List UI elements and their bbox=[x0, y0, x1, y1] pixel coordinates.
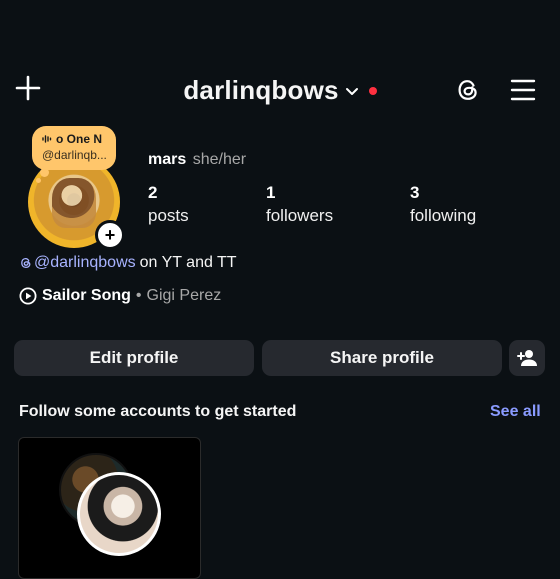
note-bubble-tail bbox=[36, 178, 41, 183]
followers-label: followers bbox=[266, 206, 334, 225]
chevron-down-icon[interactable] bbox=[345, 85, 359, 99]
audio-wave-icon bbox=[42, 135, 52, 143]
pronouns: she/her bbox=[192, 151, 247, 168]
stat-following[interactable]: 3 following bbox=[410, 183, 476, 226]
discover-people-button[interactable] bbox=[509, 340, 545, 376]
bio-text: on YT and TT bbox=[139, 254, 237, 271]
name-row: mars she/her bbox=[148, 151, 246, 169]
song-separator: • bbox=[135, 287, 142, 304]
add-story-button[interactable]: + bbox=[95, 220, 125, 250]
profile-music[interactable]: Sailor Song • Gigi Perez bbox=[19, 287, 221, 305]
play-circle-icon bbox=[19, 287, 37, 305]
suggested-avatar bbox=[77, 472, 161, 556]
see-all-link[interactable]: See all bbox=[490, 403, 541, 421]
stat-posts[interactable]: 2 posts bbox=[148, 183, 189, 226]
followers-count: 1 bbox=[266, 183, 276, 202]
following-count: 3 bbox=[410, 183, 420, 202]
display-name: mars bbox=[148, 151, 187, 168]
threads-icon[interactable] bbox=[454, 76, 482, 104]
threads-small-icon bbox=[21, 257, 31, 269]
bio: @darlinqbows on YT and TT bbox=[19, 254, 237, 272]
share-profile-button[interactable]: Share profile bbox=[262, 340, 502, 376]
following-label: following bbox=[410, 206, 477, 225]
posts-label: posts bbox=[148, 206, 189, 225]
add-person-icon bbox=[517, 350, 537, 366]
username-title[interactable]: darlinqbows bbox=[183, 75, 338, 106]
note-bubble[interactable]: o One N @darlinqb... bbox=[32, 126, 116, 170]
note-author: @darlinqb... bbox=[42, 148, 107, 162]
suggestions-heading: Follow some accounts to get started bbox=[19, 403, 297, 420]
suggested-account-card[interactable] bbox=[18, 437, 201, 579]
menu-icon[interactable] bbox=[510, 78, 536, 102]
song-title: Sailor Song bbox=[42, 287, 131, 304]
edit-profile-button[interactable]: Edit profile bbox=[14, 340, 254, 376]
bio-mention-link[interactable]: @darlinqbows bbox=[34, 254, 136, 272]
note-song-text: o One N bbox=[56, 132, 103, 146]
posts-count: 2 bbox=[148, 183, 158, 202]
song-artist: Gigi Perez bbox=[146, 287, 222, 304]
stat-followers[interactable]: 1 followers bbox=[266, 183, 333, 226]
notification-dot bbox=[368, 87, 377, 95]
